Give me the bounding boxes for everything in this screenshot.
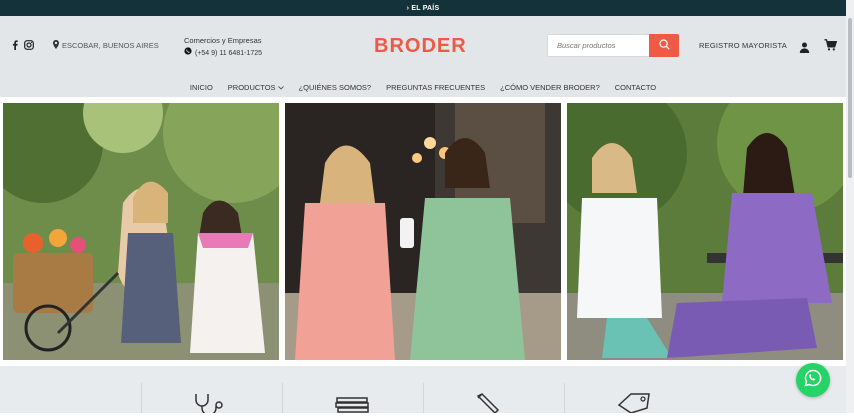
store-location: ESCOBAR, BUENOS AIRES bbox=[53, 40, 159, 51]
stethoscope-icon bbox=[193, 393, 229, 418]
nav-label: INICIO bbox=[189, 82, 213, 92]
business-title: Comercios y Empresas bbox=[184, 36, 262, 45]
whatsapp-icon bbox=[804, 369, 822, 392]
features-strip bbox=[0, 366, 846, 416]
business-phone[interactable]: (+54 9) 11 6481-1725 bbox=[184, 47, 262, 60]
business-phone-number: (+54 9) 11 6481-1725 bbox=[195, 50, 263, 57]
search-button[interactable] bbox=[649, 34, 679, 57]
feature-divider bbox=[423, 383, 424, 413]
top-announcement-link[interactable]: › EL PAÍS bbox=[407, 5, 440, 12]
registro-mayorista-link[interactable]: REGISTRO MAYORISTA bbox=[699, 41, 787, 50]
business-contact: Comercios y Empresas (+54 9) 11 6481-172… bbox=[184, 34, 262, 60]
nav-item-productos[interactable]: PRODUCTOS bbox=[228, 80, 284, 94]
chevron-down-icon bbox=[277, 83, 284, 92]
price-tag-icon bbox=[617, 393, 653, 418]
nav-label: ¿QUIÉNES SOMOS? bbox=[298, 82, 372, 92]
product-search bbox=[547, 34, 679, 57]
top-announcement-bar: › EL PAÍS bbox=[0, 0, 846, 16]
social-links bbox=[12, 40, 34, 50]
scrollbar-thumb[interactable] bbox=[848, 18, 852, 178]
nav-label: PREGUNTAS FRECUENTES bbox=[386, 82, 486, 92]
nav-item-contacto[interactable]: CONTACTO bbox=[615, 80, 656, 94]
facebook-icon[interactable] bbox=[12, 40, 18, 50]
nav-label: CONTACTO bbox=[614, 82, 657, 92]
books-icon bbox=[335, 393, 369, 418]
hero-image-cafe-uniforms[interactable] bbox=[285, 103, 561, 360]
main-nav: INICIO PRODUCTOS ¿QUIÉNES SOMOS? PREGUNT… bbox=[0, 80, 846, 94]
search-input[interactable] bbox=[547, 34, 649, 57]
site-header: ESCOBAR, BUENOS AIRES Comercios y Empres… bbox=[0, 16, 846, 97]
feature-divider bbox=[564, 383, 565, 413]
user-icon[interactable] bbox=[799, 40, 810, 58]
nav-label: ¿CÓMO VENDER BRODER? bbox=[500, 82, 600, 92]
feature-divider bbox=[282, 383, 283, 413]
instagram-icon[interactable] bbox=[24, 40, 34, 50]
broder-logo[interactable]: BRODER bbox=[374, 35, 467, 58]
nav-item-inicio[interactable]: INICIO bbox=[190, 80, 213, 94]
pencil-icon bbox=[476, 393, 500, 418]
feature-divider bbox=[141, 383, 142, 413]
hero-image-park-uniforms[interactable] bbox=[567, 103, 843, 360]
cart-icon[interactable] bbox=[824, 38, 838, 56]
location-pin-icon bbox=[53, 40, 59, 51]
nav-item-quienes-somos[interactable]: ¿QUIÉNES SOMOS? bbox=[299, 80, 372, 94]
page-scrollbar[interactable] bbox=[846, 0, 854, 413]
location-text: ESCOBAR, BUENOS AIRES bbox=[62, 41, 159, 50]
search-icon bbox=[658, 37, 670, 55]
nav-label: PRODUCTOS bbox=[227, 82, 276, 92]
nav-item-como-vender[interactable]: ¿CÓMO VENDER BRODER? bbox=[500, 80, 600, 94]
nav-item-preguntas-frecuentes[interactable]: PREGUNTAS FRECUENTES bbox=[386, 80, 485, 94]
whatsapp-chat-button[interactable] bbox=[796, 363, 830, 397]
whatsapp-icon bbox=[184, 47, 192, 60]
hero-image-bicycle-uniforms[interactable] bbox=[3, 103, 279, 360]
hero-gallery bbox=[0, 97, 846, 366]
